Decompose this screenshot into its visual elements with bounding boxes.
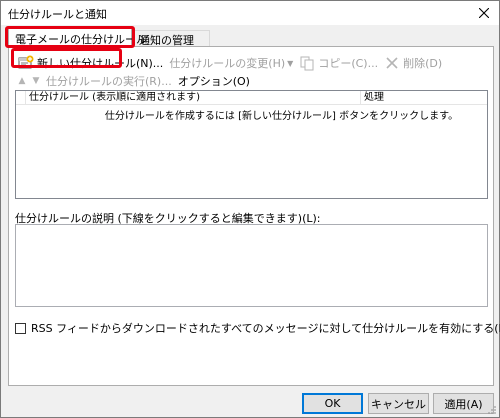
close-button[interactable] xyxy=(475,4,493,22)
rules-and-alerts-dialog: 仕分けルールと通知 電子メールの仕分けルール 通知の管理 新しい仕分けルール(N… xyxy=(0,0,500,418)
column-actions[interactable]: 処理 xyxy=(361,91,487,105)
rss-checkbox[interactable] xyxy=(15,322,26,334)
tab-email-rules[interactable]: 電子メールの仕分けルール xyxy=(8,28,147,48)
options-label: オプション(O) xyxy=(177,75,250,88)
rules-list-empty-message: 仕分けルールを作成するには [新しい仕分けルール] ボタンをクリックします。 xyxy=(104,111,459,122)
window-title: 仕分けルールと通知 xyxy=(8,8,107,21)
copy-label: コピー(C)... xyxy=(318,57,379,70)
column-checkbox[interactable] xyxy=(16,91,26,105)
rules-list[interactable]: 仕分けルール (表示順に適用されます) 処理 仕分けルールを作成するには [新し… xyxy=(15,90,488,199)
new-rule-button[interactable]: 新しい仕分けルール(N)... xyxy=(15,53,166,73)
run-rules-label: 仕分けルールの実行(R)... xyxy=(46,75,172,88)
options-button[interactable]: オプション(O) xyxy=(175,71,253,91)
move-up-icon[interactable]: ▲ xyxy=(15,76,29,86)
new-rule-icon xyxy=(18,55,34,69)
change-rule-label: 仕分けルールの変更(H) xyxy=(169,57,286,70)
delete-button[interactable]: 削除(D) xyxy=(381,53,445,73)
delete-label: 削除(D) xyxy=(403,57,443,70)
rules-list-header: 仕分けルール (表示順に適用されます) 処理 xyxy=(16,91,487,105)
new-rule-label: 新しい仕分けルール(N)... xyxy=(37,57,164,70)
title-bar[interactable]: 仕分けルールと通知 xyxy=(1,1,499,25)
move-down-icon[interactable]: ▼ xyxy=(29,76,43,86)
rules-toolbar-secondary: ▲ ▼ 仕分けルールの実行(R)... オプション(O) xyxy=(15,72,253,90)
email-rules-panel: 新しい仕分けルール(N)... 仕分けルールの変更(H) ▼ コピー(C)...… xyxy=(8,46,500,386)
cancel-button[interactable]: キャンセル xyxy=(368,393,429,414)
change-rule-button[interactable]: 仕分けルールの変更(H) ▼ xyxy=(166,53,296,73)
rss-rules-option[interactable]: RSS フィードからダウンロードされたすべてのメッセージに対して仕分けルールを有… xyxy=(15,321,500,335)
copy-icon xyxy=(300,56,314,71)
rss-option-label: RSS フィードからダウンロードされたすべてのメッセージに対して仕分けルールを有… xyxy=(31,322,500,335)
rules-toolbar: 新しい仕分けルール(N)... 仕分けルールの変更(H) ▼ コピー(C)...… xyxy=(15,53,445,73)
copy-button[interactable]: コピー(C)... xyxy=(296,53,381,73)
ok-button[interactable]: OK xyxy=(302,393,363,414)
rule-description-box[interactable] xyxy=(15,224,488,307)
close-icon xyxy=(479,8,489,18)
delete-icon xyxy=(386,57,398,69)
run-rules-button[interactable]: 仕分けルールの実行(R)... xyxy=(43,71,175,91)
apply-button[interactable]: 適用(A) xyxy=(433,393,494,414)
chevron-down-icon: ▼ xyxy=(287,58,294,68)
resize-grip-icon[interactable] xyxy=(487,405,497,415)
column-rule-name[interactable]: 仕分けルール (表示順に適用されます) xyxy=(26,91,361,105)
